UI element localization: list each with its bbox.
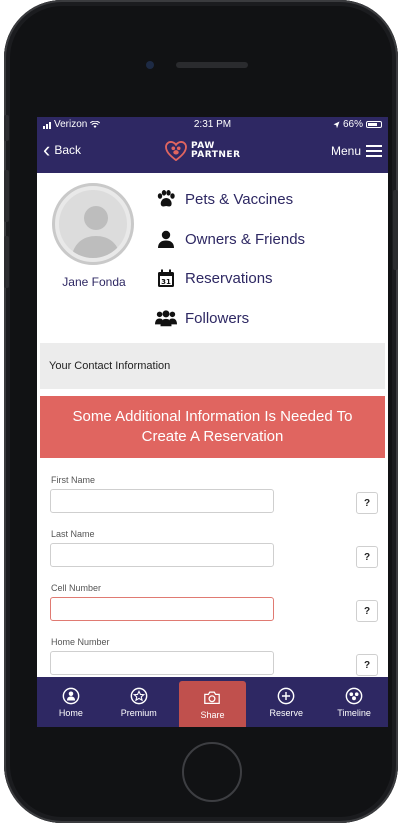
group-icon (155, 308, 177, 328)
contact-info-header: Your Contact Information (40, 343, 385, 389)
person-icon (155, 229, 177, 249)
last-name-label: Last Name (51, 529, 95, 539)
timeline-icon (345, 687, 363, 704)
hamburger-icon (366, 145, 382, 157)
tab-premium[interactable]: Premium (105, 677, 173, 727)
reservation-alert-banner: Some Additional Information Is Needed To… (40, 396, 385, 458)
heart-logo-icon (165, 141, 187, 161)
status-bar: Verizon 2:31 PM 66% (37, 117, 388, 132)
battery-icon (366, 121, 382, 128)
link-followers[interactable]: Followers (155, 308, 249, 328)
link-reservations-label: Reservations (185, 269, 273, 287)
power-button (393, 190, 398, 270)
first-name-input[interactable] (50, 489, 274, 513)
phone-frame: Verizon 2:31 PM 66% ‹ Back PAW PARTNER M… (4, 0, 398, 823)
link-followers-label: Followers (185, 309, 250, 327)
location-arrow-icon (333, 121, 340, 128)
tab-home-label: Home (58, 707, 83, 718)
tab-timeline[interactable]: Timeline (320, 677, 388, 727)
link-pets-vaccines[interactable]: Pets & Vaccines (155, 189, 293, 209)
cell-number-label: Cell Number (51, 583, 102, 593)
alert-message: Some Additional Information Is Needed To… (72, 408, 353, 445)
menu-button[interactable]: Menu (331, 144, 382, 158)
battery-percent: 66% (342, 119, 363, 130)
avatar[interactable] (52, 183, 134, 265)
bottom-tab-bar: Home Premium Share Reserve Timeline (37, 677, 388, 727)
home-number-input[interactable] (50, 651, 274, 675)
link-reservations[interactable]: 31 Reservations (155, 268, 273, 288)
volume-down-button (4, 236, 9, 288)
calendar-day: 31 (161, 278, 171, 286)
battery-info: 66% (333, 119, 382, 130)
front-camera (146, 61, 154, 69)
last-name-input[interactable] (50, 543, 274, 567)
tab-premium-label: Premium (120, 707, 157, 718)
cell-number-input[interactable] (50, 597, 274, 621)
home-number-label: Home Number (51, 637, 110, 647)
tab-share-label: Share (200, 709, 225, 720)
link-owners-friends[interactable]: Owners & Friends (155, 229, 305, 249)
back-label: Back (54, 143, 82, 157)
menu-label: Menu (330, 144, 361, 158)
tab-reserve[interactable]: Reserve (252, 677, 320, 727)
last-name-help-button[interactable]: ? (356, 546, 378, 568)
volume-up-button (4, 170, 9, 222)
home-icon (62, 687, 80, 704)
home-number-help-button[interactable]: ? (356, 654, 378, 676)
profile-section: Jane Fonda Pets & Vaccines Owners & Frie… (37, 173, 388, 339)
person-silhouette-icon (71, 206, 121, 258)
camera-icon (204, 691, 221, 704)
first-name-help-button[interactable]: ? (356, 492, 378, 514)
earpiece-speaker (176, 62, 248, 68)
calendar-icon: 31 (155, 268, 177, 288)
star-icon (130, 687, 148, 704)
top-navbar: ‹ Back PAW PARTNER Menu (37, 132, 388, 173)
contact-info-title: Your Contact Information (49, 360, 171, 372)
tab-home[interactable]: Home (37, 677, 105, 727)
paw-partner-logo: PAW PARTNER (165, 141, 241, 161)
logo-line-2: PARTNER (191, 150, 241, 160)
first-name-label: First Name (51, 475, 96, 485)
tab-timeline-label: Timeline (337, 707, 371, 718)
mute-switch (4, 115, 9, 141)
back-button[interactable]: ‹ Back (43, 137, 82, 162)
profile-name: Jane Fonda (62, 275, 126, 289)
chevron-left-icon: ‹ (43, 137, 51, 162)
home-button[interactable] (182, 742, 242, 802)
cell-number-help-button[interactable]: ? (356, 600, 378, 622)
tab-reserve-label: Reserve (269, 707, 304, 718)
link-owners-friends-label: Owners & Friends (185, 230, 306, 248)
app-screen: Verizon 2:31 PM 66% ‹ Back PAW PARTNER M… (37, 117, 388, 727)
link-pets-vaccines-label: Pets & Vaccines (185, 190, 294, 208)
plus-circle-icon (277, 687, 295, 704)
tab-share[interactable]: Share (178, 681, 247, 727)
paw-icon (155, 189, 177, 209)
